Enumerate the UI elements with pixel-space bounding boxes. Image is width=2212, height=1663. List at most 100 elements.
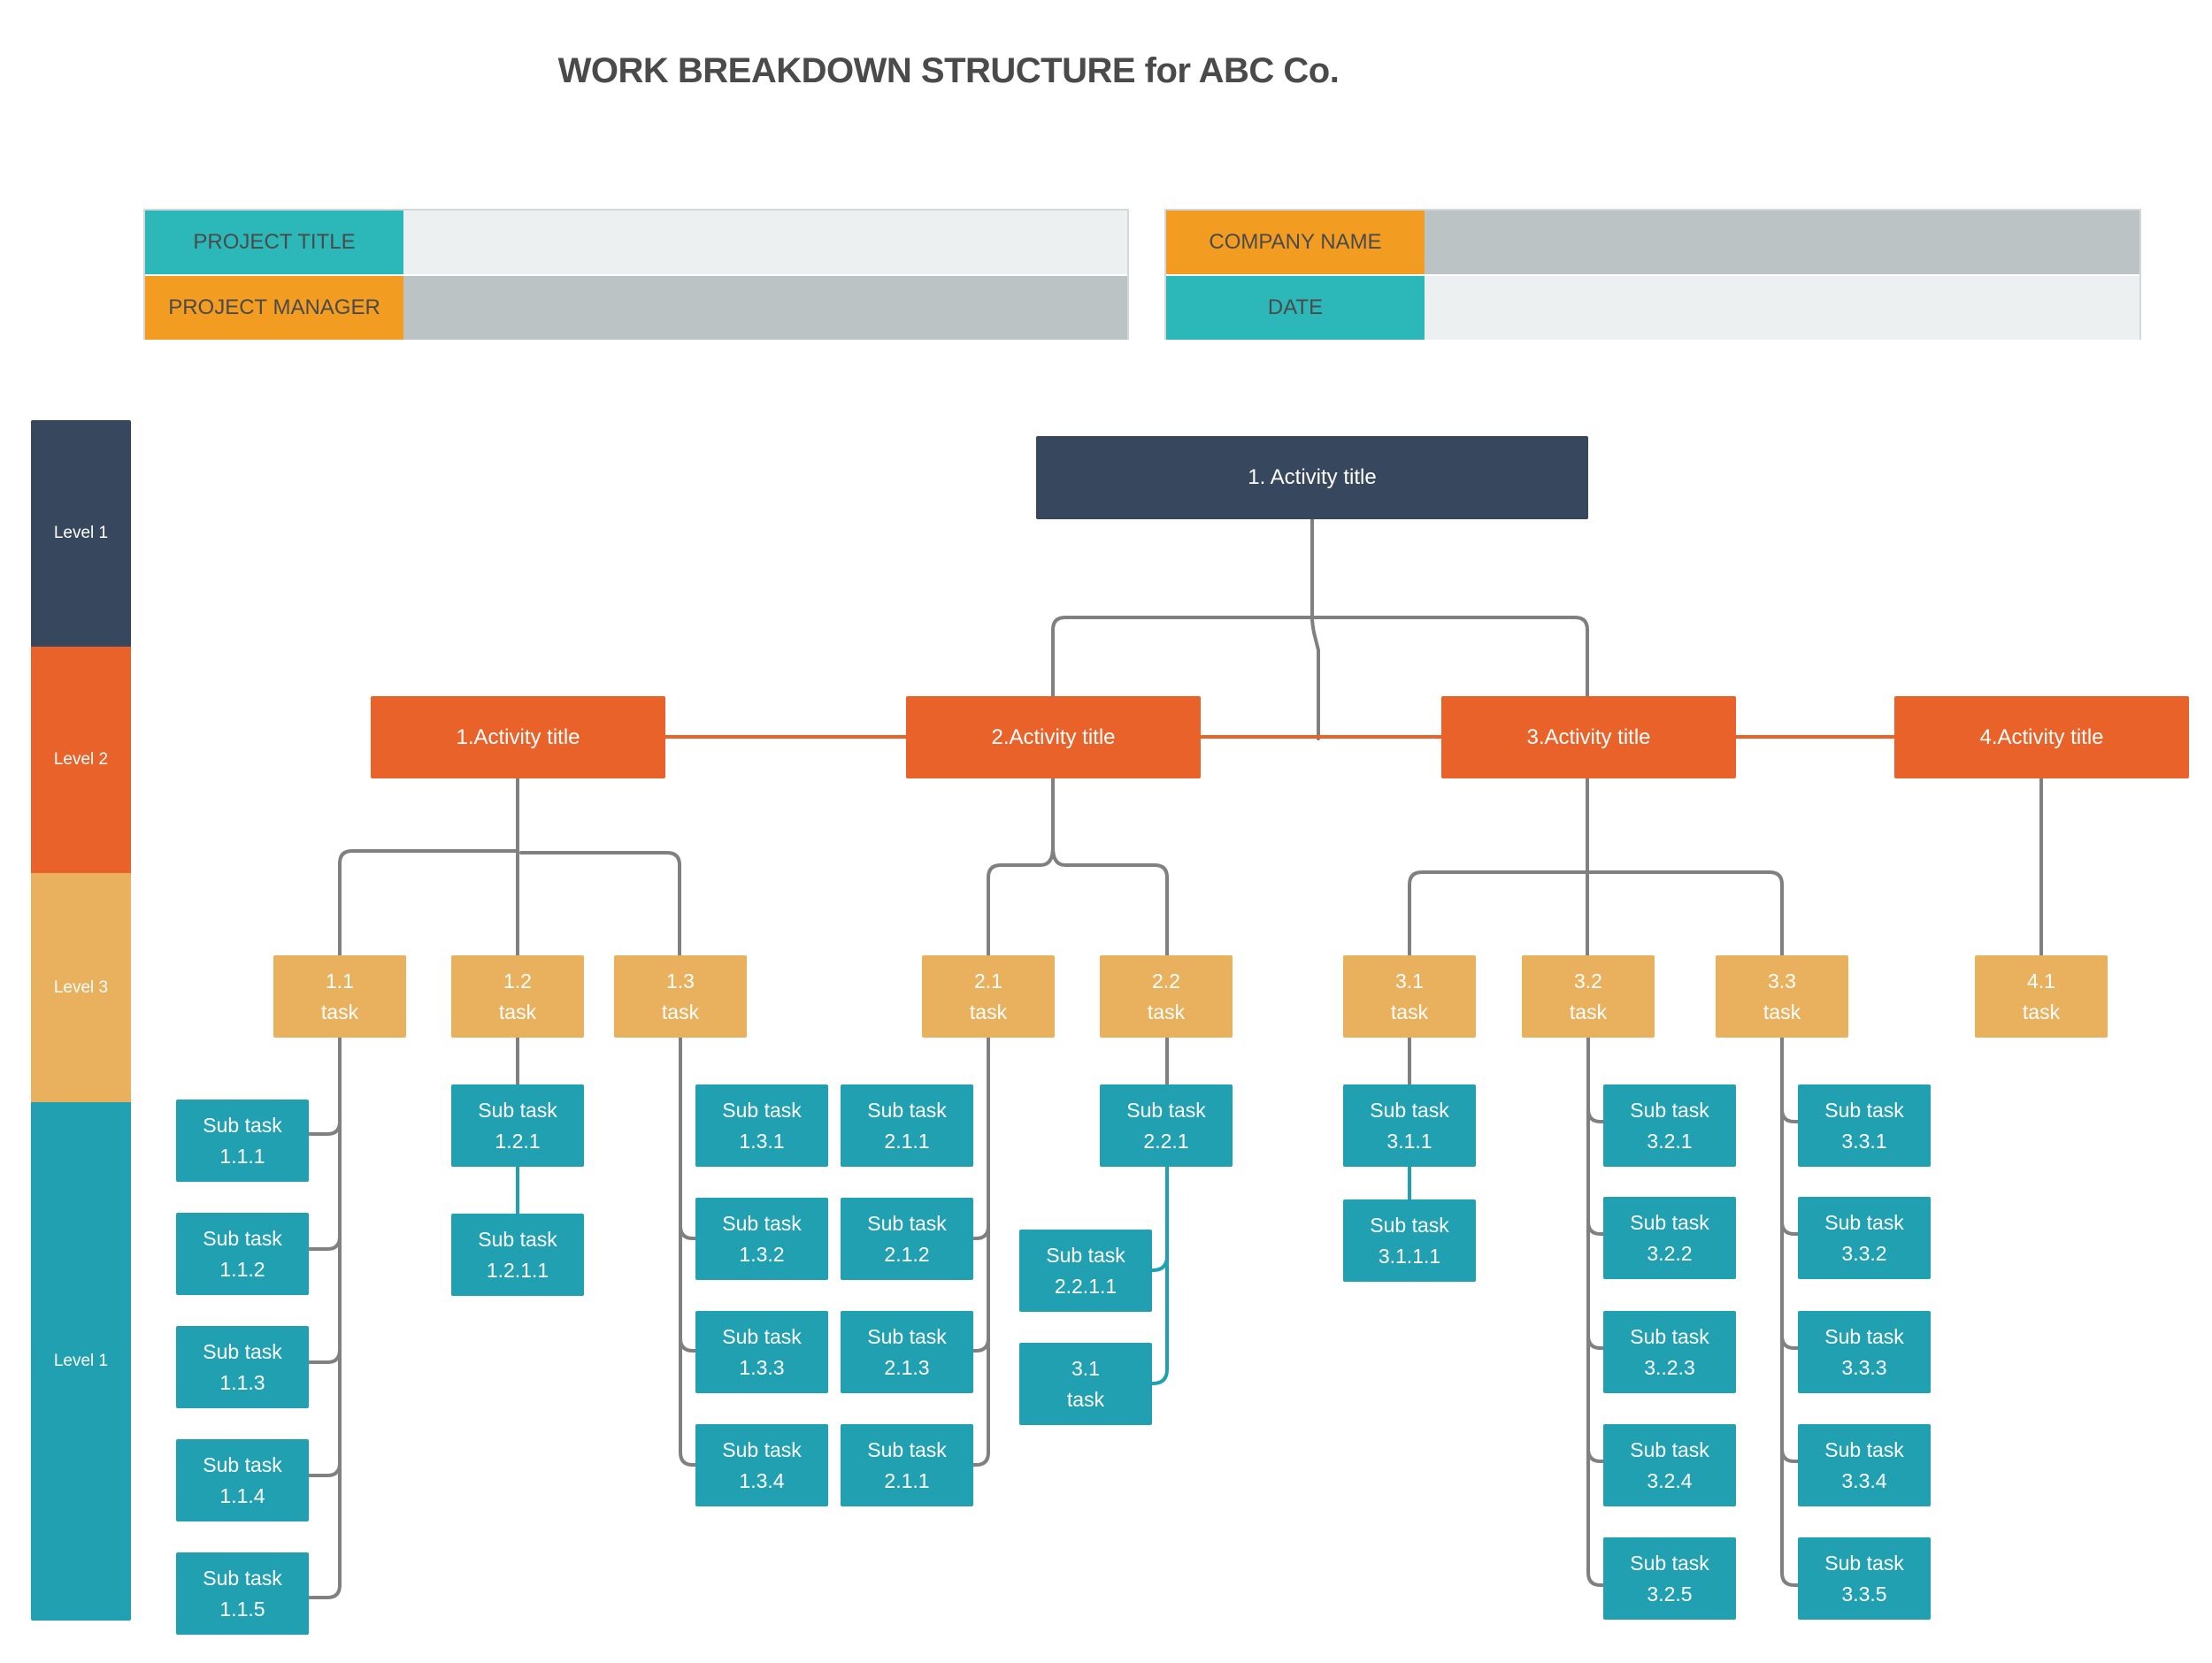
- task-number: 3.2: [1574, 969, 1602, 992]
- connector-t11-spine: [308, 1036, 342, 1599]
- connector-t32-spine: [1586, 1036, 1605, 1587]
- subtask-number: 3.3.3: [1841, 1355, 1887, 1379]
- subtask-number: 2.2.1.1: [1054, 1274, 1118, 1298]
- task-number: 1.3: [666, 969, 695, 992]
- subtask-node[interactable]: Sub task 2.1.1: [841, 1424, 973, 1506]
- subtask-node[interactable]: Sub task 3.3.4: [1798, 1424, 1931, 1506]
- subtask-number: 1.1.4: [219, 1483, 265, 1507]
- task-label: task: [969, 1000, 1008, 1023]
- subtask-number: 3..2.3: [1644, 1355, 1695, 1379]
- task-label: task: [498, 1000, 537, 1023]
- subtask-label: Sub task: [722, 1324, 802, 1348]
- activity-node-2[interactable]: 2.Activity title: [906, 696, 1201, 778]
- subtask-label: Sub task: [203, 1113, 282, 1137]
- subtask-node[interactable]: Sub task 1.3.4: [695, 1424, 828, 1506]
- task-label: task: [661, 1000, 700, 1023]
- subtask-node[interactable]: Sub task 1.1.1: [176, 1100, 309, 1182]
- task-node[interactable]: 1.2 task: [451, 955, 584, 1038]
- task-label: task: [2022, 1000, 2061, 1023]
- subtask-node[interactable]: Sub task 3.3.3: [1798, 1311, 1931, 1393]
- node-label: 3.Activity title: [1526, 724, 1651, 749]
- activity-node-4[interactable]: 4.Activity title: [1894, 696, 2189, 778]
- subtask-node[interactable]: Sub task 2.2.1.1: [1019, 1230, 1152, 1312]
- subtask-number: 2.2.1: [1143, 1129, 1189, 1153]
- subtask-node[interactable]: Sub task 3..2.3: [1603, 1311, 1736, 1393]
- task-number: 3.1: [1395, 969, 1424, 992]
- subtask-number: 3.3.5: [1841, 1582, 1887, 1606]
- subtask-node[interactable]: Sub task 1.1.3: [176, 1326, 309, 1408]
- subtask-node[interactable]: Sub task 2.1.3: [841, 1311, 973, 1393]
- subtask-node[interactable]: Sub task 3.2.4: [1603, 1424, 1736, 1506]
- subtask-label: Sub task: [1630, 1437, 1709, 1461]
- subtask-node[interactable]: Sub task 3.1.1.1: [1343, 1199, 1476, 1282]
- subtask-node[interactable]: Sub task 1.2.1.1: [451, 1214, 584, 1296]
- subtask-label: Sub task: [203, 1339, 282, 1363]
- subtask-number: 3.1.1.1: [1378, 1244, 1441, 1268]
- subtask-node[interactable]: Sub task 3.3.2: [1798, 1197, 1931, 1279]
- subtask-number: 3.3.4: [1841, 1468, 1887, 1492]
- subtask-node[interactable]: Sub task 1.3.1: [695, 1084, 828, 1167]
- subtask-label: Sub task: [722, 1098, 802, 1122]
- subtask-node[interactable]: Sub task 2.2.1: [1100, 1084, 1233, 1167]
- node-label: 4.Activity title: [1979, 724, 2104, 749]
- subtask-node[interactable]: 3.1 task: [1019, 1343, 1152, 1425]
- subtask-number: 2.1.1: [884, 1468, 930, 1492]
- subtask-node[interactable]: Sub task 1.2.1: [451, 1084, 584, 1167]
- subtask-label: Sub task: [1630, 1551, 1709, 1575]
- subtask-label: Sub task: [1824, 1551, 1904, 1575]
- task-label: task: [1763, 1000, 1801, 1023]
- subtask-label: Sub task: [867, 1098, 947, 1122]
- subtask-label: Sub task: [1824, 1098, 1904, 1122]
- task-node[interactable]: 3.1 task: [1343, 955, 1476, 1038]
- subtask-node[interactable]: Sub task 3.1.1: [1343, 1084, 1476, 1167]
- subtask-node[interactable]: Sub task 3.3.1: [1798, 1084, 1931, 1167]
- subtask-node[interactable]: Sub task 1.1.5: [176, 1552, 309, 1635]
- subtask-number: 2.1.1: [884, 1129, 930, 1153]
- subtask-number: 2.1.2: [884, 1242, 930, 1266]
- subtask-number: 1.2.1.1: [486, 1258, 549, 1282]
- node-label: 1. Activity title: [1248, 465, 1377, 489]
- subtask-number: 1.3.2: [739, 1242, 785, 1266]
- connector-s221-spine: [1152, 1167, 1169, 1385]
- activity-node-3[interactable]: 3.Activity title: [1441, 696, 1736, 778]
- connector-root-down: [1310, 517, 1320, 740]
- task-node[interactable]: 2.1 task: [922, 955, 1055, 1038]
- subtask-node[interactable]: Sub task 2.1.1: [841, 1084, 973, 1167]
- subtask-node[interactable]: Sub task 2.1.2: [841, 1198, 973, 1280]
- task-node[interactable]: 2.2 task: [1100, 955, 1233, 1038]
- subtask-node[interactable]: Sub task 3.2.1: [1603, 1084, 1736, 1167]
- subtask-label: Sub task: [1824, 1324, 1904, 1348]
- subtask-number: 1.1.5: [219, 1597, 265, 1621]
- subtask-node[interactable]: Sub task 1.3.2: [695, 1198, 828, 1280]
- subtask-label: Sub task: [203, 1452, 282, 1476]
- subtask-number: 3.3.2: [1841, 1241, 1887, 1265]
- task-label: task: [1569, 1000, 1608, 1023]
- activity-node-1[interactable]: 1.Activity title: [371, 696, 665, 778]
- subtask-number: 1.2.1: [495, 1129, 541, 1153]
- subtask-node[interactable]: Sub task 3.2.5: [1603, 1537, 1736, 1620]
- subtask-label: Sub task: [1126, 1098, 1206, 1122]
- subtask-node[interactable]: Sub task 3.2.2: [1603, 1197, 1736, 1279]
- subtask-number: 1.1.3: [219, 1370, 265, 1394]
- task-number: 1.2: [503, 969, 532, 992]
- subtask-node[interactable]: Sub task 1.3.3: [695, 1311, 828, 1393]
- subtask-label: Sub task: [722, 1437, 802, 1461]
- subtask-number: 1.3.3: [739, 1355, 785, 1379]
- subtask-number: 3.1.1: [1386, 1129, 1432, 1153]
- task-number: 2.2: [1152, 969, 1180, 992]
- task-node[interactable]: 3.3 task: [1716, 955, 1848, 1038]
- subtask-node[interactable]: Sub task 1.1.2: [176, 1213, 309, 1295]
- node-label: 2.Activity title: [991, 724, 1116, 749]
- subtask-label: Sub task: [1630, 1210, 1709, 1234]
- task-node[interactable]: 1.3 task: [614, 955, 747, 1038]
- subtask-node[interactable]: Sub task 1.1.4: [176, 1439, 309, 1521]
- subtask-node[interactable]: Sub task 3.3.5: [1798, 1537, 1931, 1620]
- task-label: task: [1390, 1000, 1429, 1023]
- task-node[interactable]: 3.2 task: [1522, 955, 1655, 1038]
- task-node[interactable]: 1.1 task: [273, 955, 406, 1038]
- subtask-number: 3.2.2: [1647, 1241, 1693, 1265]
- task-node[interactable]: 4.1 task: [1975, 955, 2108, 1038]
- subtask-number: 1.3.4: [739, 1468, 785, 1492]
- root-activity-node[interactable]: 1. Activity title: [1036, 436, 1588, 519]
- task-number: 1.1: [326, 969, 354, 992]
